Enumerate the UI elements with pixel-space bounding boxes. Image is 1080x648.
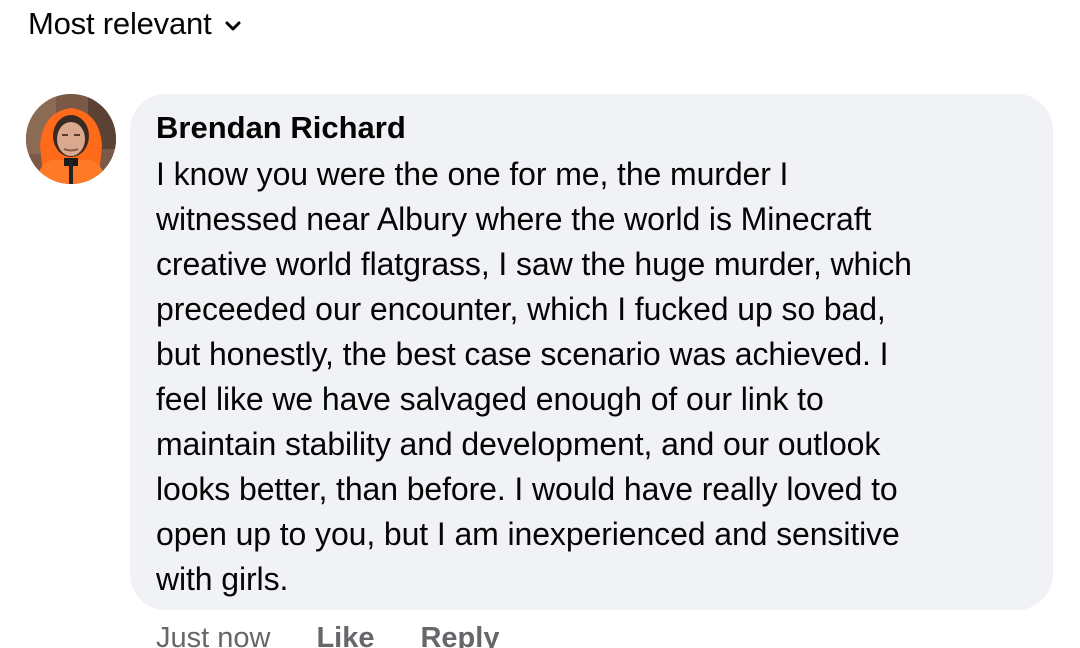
sort-dropdown[interactable]: Most relevant: [28, 6, 243, 42]
comment-timestamp[interactable]: Just now: [156, 622, 270, 648]
reply-button[interactable]: Reply: [420, 622, 499, 648]
comments-section: Most relevant Brendan Richard I know you…: [0, 0, 1080, 648]
like-button[interactable]: Like: [316, 622, 374, 648]
sort-label: Most relevant: [28, 6, 212, 41]
comment-author[interactable]: Brendan Richard: [156, 108, 1027, 148]
comment-actions: Just now Like Reply: [156, 622, 499, 648]
avatar-image: [26, 94, 116, 184]
comment-bubble: Brendan Richard I know you were the one …: [130, 94, 1053, 610]
comment-text: I know you were the one for me, the murd…: [156, 156, 912, 597]
avatar[interactable]: [26, 94, 116, 184]
chevron-down-icon: [223, 16, 243, 36]
